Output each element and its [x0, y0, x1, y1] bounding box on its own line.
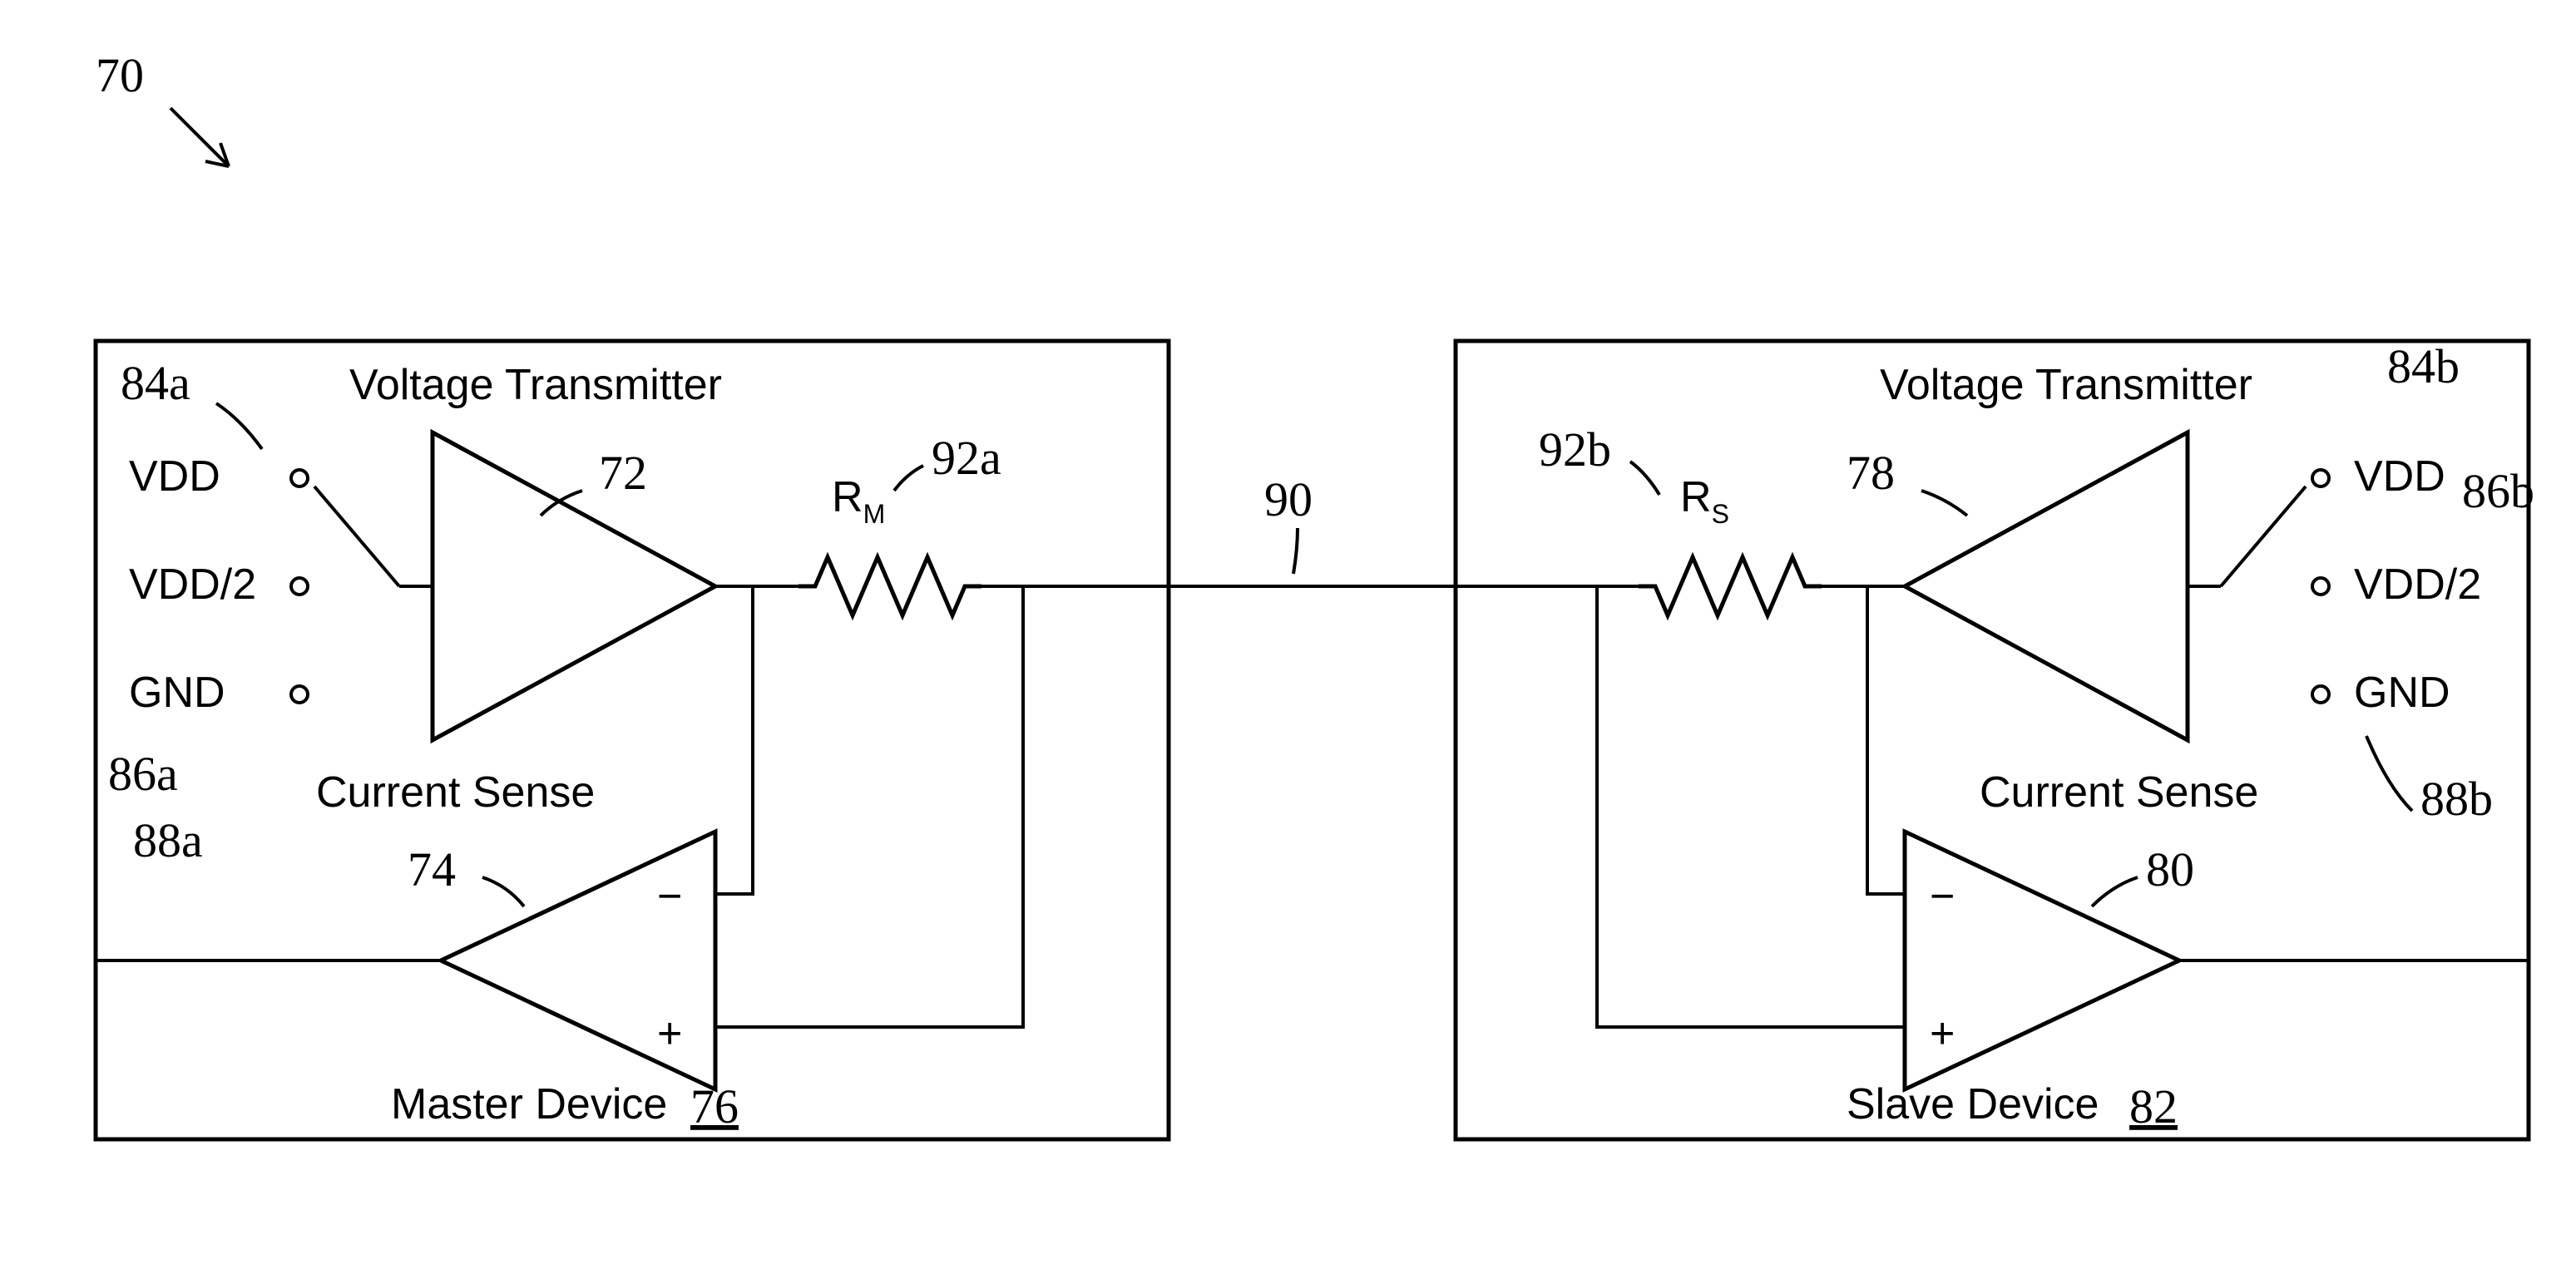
circuit-diagram: 70 Voltage Transmitter VDD VDD/2 GND 72 …: [0, 0, 2576, 1269]
slave-vt-number-hook: [1921, 491, 1967, 516]
slave-current-sense-label: Current Sense: [1980, 768, 2258, 817]
slave-sense-minus: −: [1930, 872, 1955, 921]
master-gnd-number: 88a: [133, 813, 203, 867]
master-resistor: [799, 557, 981, 615]
master-sense-plus: +: [657, 1010, 682, 1058]
figure-arrow-shaft: [171, 108, 229, 166]
master-resistor-label: RM: [832, 473, 885, 529]
wire-label: 90: [1264, 472, 1313, 526]
master-gnd-terminal: [291, 686, 308, 703]
slave-gnd-label: GND: [2354, 669, 2450, 717]
master-84a-hook: [216, 403, 262, 449]
wire-label-hook: [1293, 528, 1298, 574]
slave-number: 82: [2129, 1079, 2178, 1133]
slave-gnd-terminal: [2312, 686, 2329, 703]
master-cs-number: 74: [408, 842, 456, 896]
master-number: 76: [690, 1079, 739, 1133]
slave-88b-hook: [2366, 736, 2412, 811]
master-sense-minus-wire: [715, 586, 753, 894]
slave-voltage-transmitter-amp: [1905, 432, 2188, 740]
figure-number-label: 70: [96, 48, 144, 102]
slave-vdd-terminal: [2312, 470, 2329, 486]
slave-resistor-label: RS: [1680, 473, 1729, 529]
slave-resistor: [1639, 557, 1822, 615]
master-sense-plus-wire: [715, 586, 1023, 1027]
slave-vdd-number: 84b: [2387, 339, 2460, 393]
master-half-label: VDD/2: [129, 560, 256, 609]
slave-cs-number-hook: [2092, 877, 2138, 906]
slave-gnd-number: 88b: [2420, 772, 2493, 826]
master-vt-number: 72: [599, 446, 647, 500]
master-resistor-hook: [894, 466, 923, 491]
master-voltage-transmitter-label: Voltage Transmitter: [349, 361, 722, 409]
master-vdd-number: 84a: [121, 356, 190, 410]
slave-cs-number: 80: [2146, 842, 2194, 896]
slave-vt-number: 78: [1847, 446, 1895, 500]
master-vdd-terminal: [291, 470, 308, 486]
slave-sense-plus: +: [1930, 1010, 1955, 1058]
slave-vdd-label: VDD: [2354, 452, 2445, 501]
slave-sense-minus-wire: [1867, 586, 1905, 894]
master-half-terminal: [291, 578, 308, 595]
master-cs-number-hook: [482, 877, 524, 906]
master-gnd-label: GND: [129, 669, 225, 717]
master-title: Master Device: [391, 1080, 667, 1128]
slave-half-number: 86b: [2462, 464, 2534, 518]
slave-resistor-hook: [1630, 462, 1659, 495]
slave-half-label: VDD/2: [2354, 560, 2481, 609]
master-current-sense-label: Current Sense: [316, 768, 595, 817]
master-vdd-label: VDD: [129, 452, 220, 501]
master-resistor-number: 92a: [932, 431, 1001, 485]
master-half-number: 86a: [108, 747, 178, 801]
slave-switch-arm: [2221, 486, 2306, 586]
slave-voltage-transmitter-label: Voltage Transmitter: [1880, 361, 2252, 409]
master-voltage-transmitter-amp: [433, 432, 715, 740]
master-switch-arm: [314, 486, 399, 586]
slave-half-terminal: [2312, 578, 2329, 595]
master-sense-minus: −: [657, 872, 682, 921]
slave-title: Slave Device: [1847, 1080, 2099, 1128]
slave-sense-plus-wire: [1597, 586, 1905, 1027]
slave-resistor-number: 92b: [1539, 422, 1611, 476]
